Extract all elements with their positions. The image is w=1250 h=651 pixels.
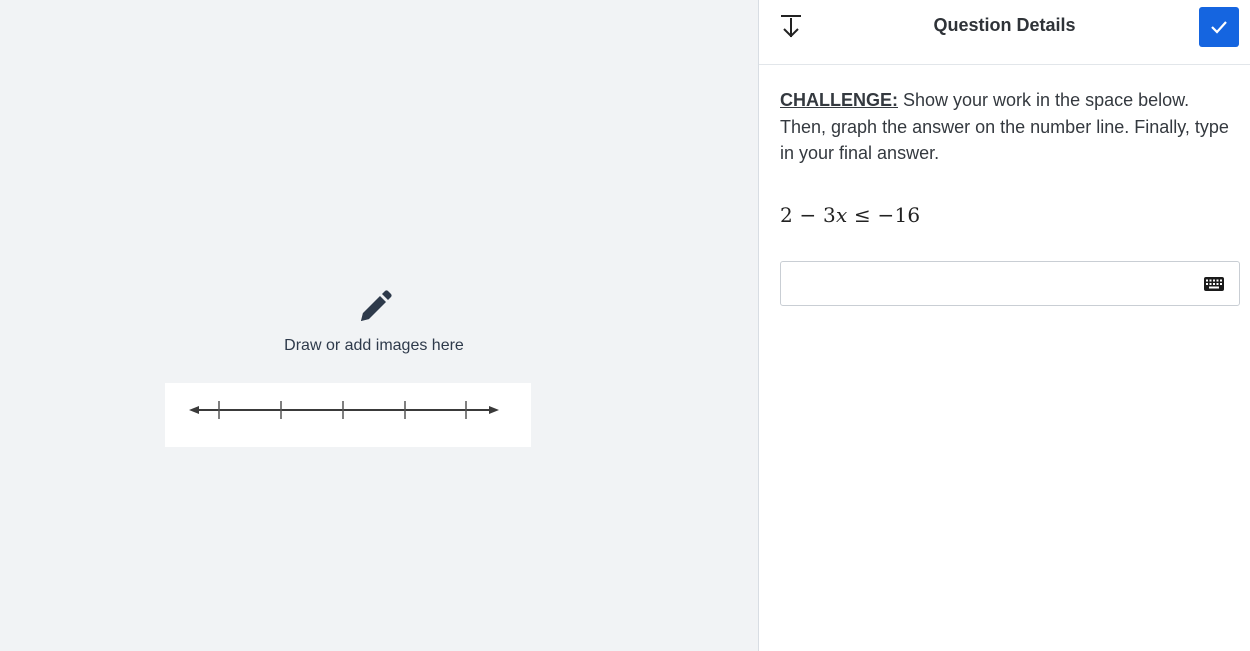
equation-constant: 2	[780, 202, 793, 227]
answer-field[interactable]	[780, 260, 1240, 306]
question-instructions: CHALLENGE: Show your work in the space b…	[780, 87, 1239, 167]
drawing-canvas[interactable]: Draw or add images here	[0, 0, 758, 651]
number-line-graphic	[189, 401, 499, 419]
inequality-equation: 2 − 3x ≤ −16	[780, 203, 1239, 227]
challenge-label: CHALLENGE:	[780, 90, 898, 110]
pencil-icon	[354, 288, 394, 328]
answer-input[interactable]	[781, 261, 1215, 305]
panel-header: Question Details	[759, 0, 1250, 65]
keyboard-button[interactable]	[1203, 275, 1225, 293]
draw-label: Draw or add images here	[284, 337, 464, 354]
equation-variable: x	[835, 202, 848, 227]
app-window: Draw or add images here Question Details…	[0, 0, 1250, 651]
equation-relation: ≤	[847, 202, 878, 227]
draw-prompt[interactable]: Draw or add images here	[0, 288, 748, 355]
question-panel: Question Details CHALLENGE: Show your wo…	[758, 0, 1250, 651]
right-arrow-icon	[489, 406, 499, 414]
equation-minus: −	[792, 202, 824, 227]
left-arrow-icon	[189, 406, 199, 414]
equation-rhs: −16	[877, 202, 921, 227]
keyboard-icon	[1203, 276, 1225, 296]
equation-coefficient: 3	[823, 202, 836, 227]
confirm-button[interactable]	[1199, 7, 1239, 47]
question-body: CHALLENGE: Show your work in the space b…	[759, 65, 1250, 306]
number-line-image	[165, 383, 531, 447]
panel-title: Question Details	[933, 15, 1076, 35]
checkmark-icon	[1199, 21, 1239, 50]
